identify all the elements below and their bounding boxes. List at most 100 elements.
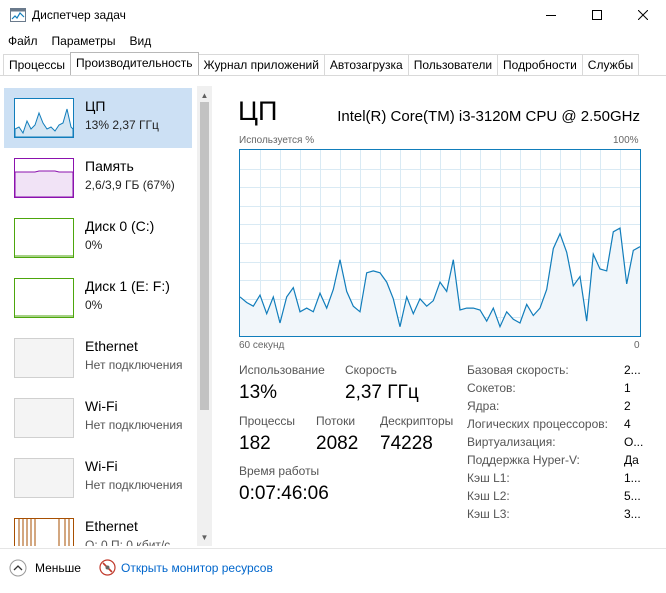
ethernet-2-thumbnail-graph bbox=[14, 518, 74, 546]
spec-value: 4 bbox=[624, 417, 631, 431]
scroll-thumb[interactable] bbox=[200, 102, 209, 410]
handles-label: Дескрипторы bbox=[380, 414, 454, 428]
resource-item-disk-1[interactable]: Диск 1 (E: F:) 0% bbox=[4, 268, 192, 328]
close-icon bbox=[638, 10, 648, 20]
menu-bar: Файл Параметры Вид bbox=[0, 32, 158, 50]
tab-processes[interactable]: Процессы bbox=[3, 54, 72, 75]
cpu-usage-chart bbox=[239, 149, 641, 337]
tab-details[interactable]: Подробности bbox=[497, 54, 583, 75]
maximize-icon bbox=[592, 10, 602, 20]
resource-name: Wi-Fi bbox=[85, 398, 118, 414]
scroll-down-arrow-icon[interactable]: ▼ bbox=[197, 530, 212, 544]
uptime-value: 0:07:46:06 bbox=[239, 483, 329, 504]
processes-label: Процессы bbox=[239, 414, 296, 428]
uptime-label: Время работы bbox=[239, 464, 320, 478]
resource-name: Wi-Fi bbox=[85, 458, 118, 474]
cpu-thumbnail-graph bbox=[14, 98, 74, 138]
menu-file[interactable]: Файл bbox=[0, 32, 45, 50]
tab-bar: Процессы Производительность Журнал прило… bbox=[0, 52, 666, 76]
menu-view[interactable]: Вид bbox=[122, 32, 158, 50]
minimize-icon bbox=[546, 15, 556, 16]
resource-detail: 0% bbox=[85, 298, 103, 312]
memory-thumbnail-graph bbox=[14, 158, 74, 198]
scroll-up-arrow-icon[interactable]: ▲ bbox=[197, 88, 212, 102]
usage-label: Использование bbox=[239, 363, 325, 377]
fewer-details-button[interactable]: Меньше bbox=[35, 561, 81, 575]
close-button[interactable] bbox=[620, 0, 666, 30]
fewer-details-chevron-icon[interactable] bbox=[9, 559, 27, 577]
wifi-thumbnail-graph bbox=[14, 398, 74, 438]
spec-value: 1... bbox=[624, 471, 641, 485]
resource-name: ЦП bbox=[85, 98, 106, 114]
resource-list-scrollbar[interactable]: ▲ ▼ bbox=[197, 86, 212, 546]
title-bar: Диспетчер задач bbox=[0, 0, 666, 30]
disk-1-thumbnail-graph bbox=[14, 278, 74, 318]
spec-label: Логических процессоров: bbox=[467, 417, 608, 431]
resource-detail: 13% 2,37 ГГц bbox=[85, 118, 159, 132]
threads-value: 2082 bbox=[316, 433, 359, 454]
speed-label: Скорость bbox=[345, 363, 397, 377]
resource-detail: 0% bbox=[85, 238, 103, 252]
chart-y-label: Используется % bbox=[239, 135, 315, 146]
footer-divider bbox=[0, 548, 666, 549]
resource-item-ethernet[interactable]: Ethernet Нет подключения bbox=[4, 328, 192, 388]
chart-min-label: 0 bbox=[634, 340, 640, 351]
spec-label: Кэш L2: bbox=[467, 489, 510, 503]
disk-0-thumbnail-graph bbox=[14, 218, 74, 258]
resource-detail: Нет подключения bbox=[85, 478, 183, 492]
resource-item-disk-0[interactable]: Диск 0 (C:) 0% bbox=[4, 208, 192, 268]
cpu-usage-chart-svg bbox=[240, 150, 640, 336]
spec-label: Кэш L3: bbox=[467, 507, 510, 521]
page-title: ЦП bbox=[238, 96, 278, 126]
resource-item-memory[interactable]: Память 2,6/3,9 ГБ (67%) bbox=[4, 148, 192, 208]
spec-value: 3... bbox=[624, 507, 641, 521]
resource-detail: Нет подключения bbox=[85, 418, 183, 432]
resource-monitor-icon[interactable] bbox=[99, 559, 116, 576]
tab-startup[interactable]: Автозагрузка bbox=[323, 54, 409, 75]
wifi-2-thumbnail-graph bbox=[14, 458, 74, 498]
maximize-button[interactable] bbox=[574, 0, 620, 30]
minimize-button[interactable] bbox=[528, 0, 574, 30]
speed-value: 2,37 ГГц bbox=[345, 382, 419, 403]
tab-app-history[interactable]: Журнал приложений bbox=[197, 54, 325, 75]
processes-value: 182 bbox=[239, 433, 271, 454]
cpu-model-name: Intel(R) Core(TM) i3-3120M CPU @ 2.50GHz bbox=[337, 108, 640, 125]
resource-name: Диск 0 (C:) bbox=[85, 218, 155, 234]
handles-value: 74228 bbox=[380, 433, 433, 454]
threads-label: Потоки bbox=[316, 414, 356, 428]
open-resource-monitor-link[interactable]: Открыть монитор ресурсов bbox=[121, 561, 273, 575]
resource-list: ЦП 13% 2,37 ГГц Память 2,6/3,9 ГБ (67%) … bbox=[0, 86, 212, 546]
spec-label: Базовая скорость: bbox=[467, 363, 569, 377]
ethernet-thumbnail-graph bbox=[14, 338, 74, 378]
spec-value: 2... bbox=[624, 363, 641, 377]
spec-value: 1 bbox=[624, 381, 631, 395]
tab-performance[interactable]: Производительность bbox=[70, 52, 199, 75]
resource-name: Ethernet bbox=[85, 338, 138, 354]
spec-value: 5... bbox=[624, 489, 641, 503]
resource-name: Ethernet bbox=[85, 518, 138, 534]
resource-item-wifi[interactable]: Wi-Fi Нет подключения bbox=[4, 388, 192, 448]
spec-label: Виртуализация: bbox=[467, 435, 556, 449]
resource-item-cpu[interactable]: ЦП 13% 2,37 ГГц bbox=[4, 88, 192, 148]
spec-label: Кэш L1: bbox=[467, 471, 510, 485]
resource-detail: 2,6/3,9 ГБ (67%) bbox=[85, 178, 175, 192]
spec-value: Да bbox=[624, 453, 639, 467]
usage-value: 13% bbox=[239, 382, 278, 403]
resource-item-ethernet-2[interactable]: Ethernet О: 0 П: 0 кбит/с bbox=[4, 508, 192, 546]
resource-detail: Нет подключения bbox=[85, 358, 183, 372]
footer-bar: Меньше Открыть монитор ресурсов bbox=[0, 552, 666, 584]
spec-label: Сокетов: bbox=[467, 381, 516, 395]
spec-value: О... bbox=[624, 435, 644, 449]
chart-max-label: 100% bbox=[613, 135, 639, 146]
chart-time-label: 60 секунд bbox=[239, 340, 285, 351]
spec-label: Ядра: bbox=[467, 399, 500, 413]
menu-options[interactable]: Параметры bbox=[45, 32, 123, 50]
tab-services[interactable]: Службы bbox=[581, 54, 640, 75]
tab-users[interactable]: Пользователи bbox=[407, 54, 499, 75]
resource-name: Диск 1 (E: F:) bbox=[85, 278, 170, 294]
resource-item-wifi-2[interactable]: Wi-Fi Нет подключения bbox=[4, 448, 192, 508]
spec-label: Поддержка Hyper-V: bbox=[467, 453, 580, 467]
task-manager-app-icon bbox=[10, 8, 26, 22]
resource-name: Память bbox=[85, 158, 134, 174]
window-title: Диспетчер задач bbox=[32, 8, 126, 22]
